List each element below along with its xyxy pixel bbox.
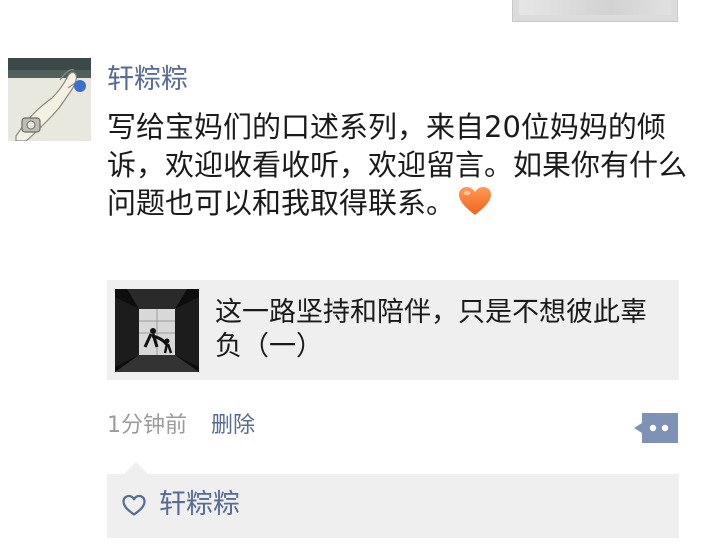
- article-title: 这一路坚持和陪伴，只是不想彼此辜负（一）: [215, 297, 647, 362]
- post-text-content: 写给宝妈们的口述系列，来自20位妈妈的倾诉，欢迎收看收听，欢迎留言。如果你有什么…: [107, 110, 688, 220]
- post-text: 写给宝妈们的口述系列，来自20位妈妈的倾诉，欢迎收看收听，欢迎留言。如果你有什么…: [107, 108, 687, 222]
- likes-pointer: [124, 462, 148, 474]
- avatar-illustration-icon: [8, 58, 91, 141]
- likes-section: 轩粽粽: [107, 474, 679, 538]
- delete-button[interactable]: 删除: [211, 411, 255, 441]
- previous-post-image[interactable]: [512, 0, 678, 22]
- previous-post-image-content: [519, 0, 671, 15]
- post-author-name[interactable]: 轩粽粽: [107, 62, 188, 98]
- comment-menu-button[interactable]: [634, 413, 678, 443]
- avatar[interactable]: [8, 58, 91, 141]
- like-heart-icon: [121, 493, 147, 517]
- post-timestamp: 1分钟前: [107, 413, 187, 438]
- more-dots-icon: [634, 413, 678, 443]
- article-thumbnail-image-icon: [115, 289, 199, 372]
- like-user-name[interactable]: 轩粽粽: [159, 487, 240, 523]
- shared-article-card[interactable]: 这一路坚持和陪伴，只是不想彼此辜负（一）: [107, 280, 679, 380]
- article-thumbnail: [115, 289, 199, 372]
- orange-heart-icon: [457, 185, 493, 217]
